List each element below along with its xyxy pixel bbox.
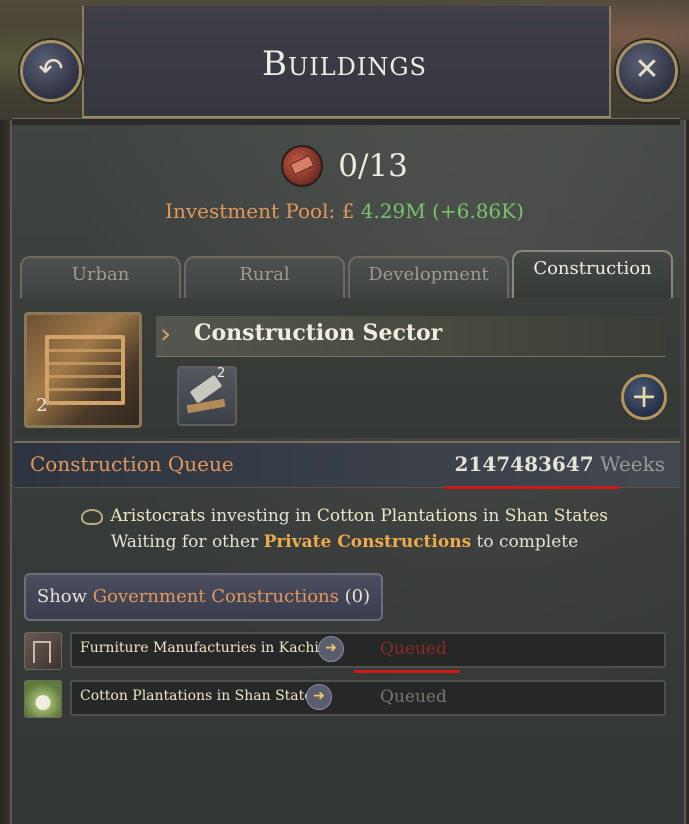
lumber-icon	[186, 398, 226, 414]
queue-item-building: Cotton Plantations	[80, 688, 213, 704]
government-count: (0)	[344, 586, 371, 607]
arrow-right-icon[interactable]: ➜	[318, 636, 344, 662]
weeks-unit: Weeks	[600, 452, 665, 476]
bricks-icon	[281, 145, 324, 187]
tab-construction[interactable]: Construction	[512, 250, 673, 298]
investment-pool: Investment Pool: £ 4.29M (+6.86K)	[0, 199, 689, 223]
waiting-info: Waiting for other Private Constructions …	[0, 532, 689, 552]
investing-building: Cotton Plantations	[316, 506, 478, 526]
investment-label: Investment Pool:	[165, 199, 336, 223]
investment-change: (+6.86K)	[432, 199, 524, 223]
queue-title: Construction Queue	[30, 452, 234, 476]
investing-text: investing in	[210, 506, 312, 526]
queue-item-status: Queued	[380, 687, 447, 707]
sector-title: Construction Sector	[194, 320, 443, 346]
queue-duration: 2147483647 Weeks	[454, 452, 665, 476]
furniture-icon	[24, 632, 62, 670]
investing-info: Aristocrats investing in Cotton Plantati…	[0, 506, 689, 526]
tab-development[interactable]: Development	[348, 256, 509, 298]
tab-bar: Urban Rural Development Construction	[20, 250, 673, 298]
chevron-right-icon: ›	[160, 317, 172, 350]
private-constructions: Private Constructions	[263, 532, 472, 552]
tab-rural[interactable]: Rural	[184, 256, 345, 298]
in-text: in	[260, 640, 275, 656]
waiting-text: Waiting for other	[110, 532, 259, 552]
queue-item-label: Furniture Manufacturies in Kachin	[80, 640, 328, 656]
construction-count: 0/13	[338, 148, 408, 184]
sector-level: 2	[36, 395, 48, 416]
chair-shape	[33, 641, 51, 663]
queue-item[interactable]: Furniture Manufacturies in Kachin ➜ Queu…	[24, 632, 666, 670]
queue-item-building: Furniture Manufacturies	[80, 640, 257, 656]
annotation-underline	[444, 486, 620, 489]
top-hat-icon	[81, 508, 103, 525]
weeks-value: 2147483647	[454, 452, 594, 476]
close-button[interactable]: ✕	[616, 40, 678, 102]
in-text: in	[216, 688, 231, 704]
complete-text: to complete	[476, 532, 579, 552]
plus-icon: +	[630, 377, 658, 415]
annotation-underline	[354, 670, 460, 673]
show-text: Show	[36, 586, 88, 607]
investment-value: 4.29M	[360, 199, 426, 223]
arrow-right-icon[interactable]: ➜	[306, 684, 332, 710]
government-constructions: Government Constructions	[92, 586, 339, 607]
page-title: Buildings	[262, 44, 427, 84]
method-count: 2	[217, 366, 226, 381]
queue-item[interactable]: Cotton Plantations in Shan States ➜ Queu…	[24, 680, 666, 718]
queue-item-label: Cotton Plantations in Shan States	[80, 688, 320, 704]
scaffold-icon	[45, 335, 125, 405]
tab-urban[interactable]: Urban	[20, 256, 181, 298]
investor-group: Aristocrats	[110, 506, 206, 526]
production-method-button[interactable]	[177, 366, 237, 426]
queue-item-status: Queued	[380, 639, 447, 659]
close-icon: ✕	[634, 52, 660, 87]
show-government-constructions-button[interactable]: Show Government Constructions (0)	[24, 573, 383, 621]
cotton-icon	[24, 680, 62, 718]
pound-icon: £	[341, 199, 355, 223]
investing-state: Shan States	[504, 506, 608, 526]
left-frame-edge	[0, 0, 10, 824]
construction-capacity: 0/13	[0, 145, 689, 189]
header-divider	[12, 118, 680, 125]
add-construction-button[interactable]: +	[621, 374, 667, 420]
in-text: in	[482, 506, 500, 526]
